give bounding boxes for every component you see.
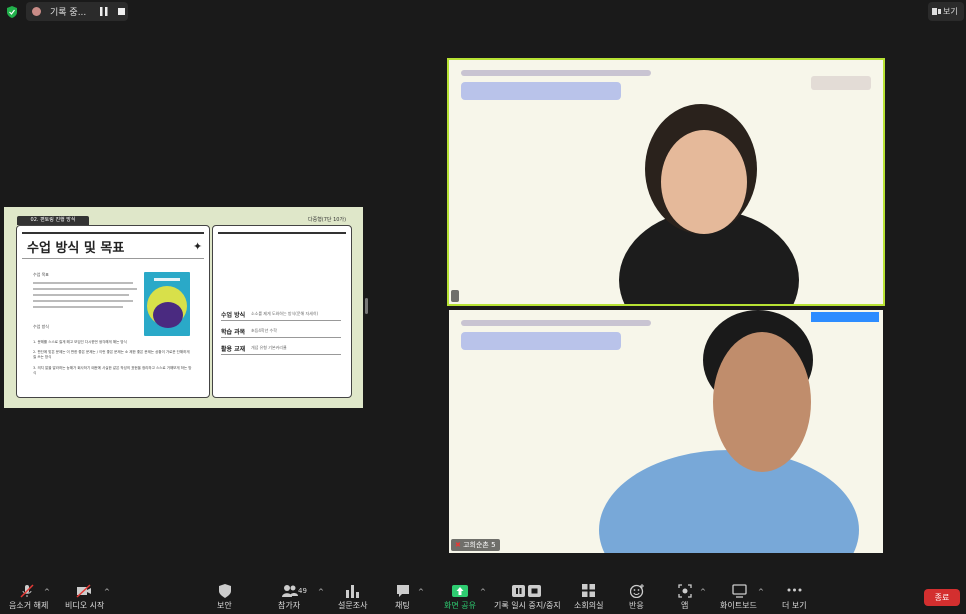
apps-icon [678, 584, 692, 598]
breakout-rooms-button[interactable]: 소회의실 [572, 578, 604, 614]
participant-face [713, 332, 811, 472]
chat-bubble-icon [397, 585, 409, 597]
method-item-3: 3. 의지 말을 말라하는 능해가 회사하기 때문에 사실한 같은 작성의 표현… [33, 366, 192, 375]
video-tile-active-speaker[interactable] [447, 58, 885, 306]
view-layout-icon [932, 8, 941, 15]
polls-button[interactable]: 설문조사 [336, 578, 368, 614]
method-label: 수업 방식 [33, 324, 49, 329]
share-screen-button[interactable]: ^ 화면 공유 [444, 578, 490, 614]
reactions-button[interactable]: 반응 [626, 578, 650, 614]
info-row-subject: 학습 과목 초등4학년 수학 [221, 325, 341, 338]
mic-muted-icon: ✖ [455, 541, 461, 549]
shield-icon [219, 584, 231, 598]
chat-button[interactable]: ^ 채팅 [390, 578, 426, 614]
view-button-label: 보기 [943, 7, 958, 16]
chevron-up-icon[interactable]: ^ [700, 588, 706, 596]
method-item-1: 1. 문해를 스스로 질게 해고 모임인 다시한번 생각해게 해는 방식 [33, 340, 127, 344]
breakout-grid-icon [582, 584, 595, 597]
video-off-icon [76, 584, 91, 598]
chevron-up-icon[interactable]: ^ [104, 588, 110, 596]
whiteboard-button[interactable]: ^ 화이트보드 [718, 578, 768, 614]
shield-check-icon[interactable] [7, 6, 17, 18]
goal-label: 수업 목표 [33, 272, 49, 277]
sparkle-icon: ✦ [193, 240, 203, 253]
info-row-textbook: 활용 교재 개념 유형 기본커리큘 [221, 342, 341, 355]
chevron-up-icon[interactable]: ^ [758, 588, 764, 596]
chevron-up-icon[interactable]: ^ [44, 588, 50, 596]
slide-right-card: 수업 방식 소소를 제게 도와하는 방식(문해 자세히) 학습 과목 초등4학년… [212, 225, 352, 398]
stop-icon[interactable] [118, 8, 125, 15]
view-button[interactable]: 보기 [928, 2, 964, 21]
share-screen-icon [452, 585, 468, 597]
slide-tag: 다중형(7단 10가) [308, 217, 347, 223]
security-button[interactable]: 보안 [212, 578, 238, 614]
participant-face [661, 130, 747, 234]
more-dots-icon [787, 588, 802, 592]
pause-icon[interactable] [100, 7, 108, 16]
apps-button[interactable]: ^ 앱 [672, 578, 708, 614]
pause-stop-icon [512, 585, 541, 597]
slide-title: 수업 방식 및 목표 [27, 241, 125, 256]
recording-indicator[interactable]: 기록 중... [26, 2, 128, 21]
top-bar: 기록 중... 보기 [0, 0, 966, 24]
slide-left-card: 수업 방식 및 목표 ✦ 수업 목표 수업 방식 1. 문해를 스스로 질게 해… [16, 225, 210, 398]
textbook-cover-image [144, 272, 190, 336]
meeting-toolbar: ^ 음소거 해제 ^ 비디오 시작 보안 49 ^ 참가자 설문조사 ^ 채팅 … [0, 578, 966, 614]
participants-count: 49 [298, 587, 307, 595]
recording-status-text: 기록 중... [50, 8, 87, 18]
method-item-2: 2. 판단에 맞은 문제는 이 판한 좋은 문제는 / 이런 좋은 문제는 소 … [33, 350, 190, 359]
unmute-button[interactable]: ^ 음소거 해제 [0, 578, 60, 614]
mic-muted-icon [20, 584, 34, 598]
pause-stop-recording-button[interactable]: 기록 일시 중지/중지 [494, 578, 561, 614]
smiley-add-icon [630, 584, 644, 598]
more-button[interactable]: 더 보기 [780, 578, 810, 614]
chevron-up-icon[interactable]: ^ [418, 588, 424, 596]
split-view-drag-handle[interactable] [365, 298, 368, 314]
video-tile-participant[interactable]: ✖ 고희순촌 5 [449, 310, 883, 553]
participant-name-tag [451, 290, 459, 302]
start-video-button[interactable]: ^ 비디오 시작 [62, 578, 114, 614]
slide-section-tab: 02. 편토링 진행 방식 [17, 216, 89, 225]
raised-status-badge [811, 312, 879, 322]
bar-chart-icon [346, 585, 359, 598]
participant-name-tag: ✖ 고희순촌 5 [451, 539, 500, 551]
chevron-up-icon[interactable]: ^ [480, 588, 486, 596]
whiteboard-icon [732, 584, 747, 598]
participant-shirt [599, 450, 859, 553]
record-dot-icon [32, 7, 41, 16]
end-meeting-button[interactable]: 종료 [924, 589, 960, 606]
participants-icon [282, 585, 298, 597]
info-row-method: 수업 방식 소소를 제게 도와하는 방식(문해 자세히) [221, 308, 341, 321]
logo-icon [811, 76, 871, 90]
shared-screen-slide[interactable]: 02. 편토링 진행 방식 다중형(7단 10가) 수업 방식 및 목표 ✦ 수… [4, 207, 363, 408]
chevron-up-icon[interactable]: ^ [318, 588, 324, 596]
participants-button[interactable]: 49 ^ 참가자 [274, 578, 326, 614]
